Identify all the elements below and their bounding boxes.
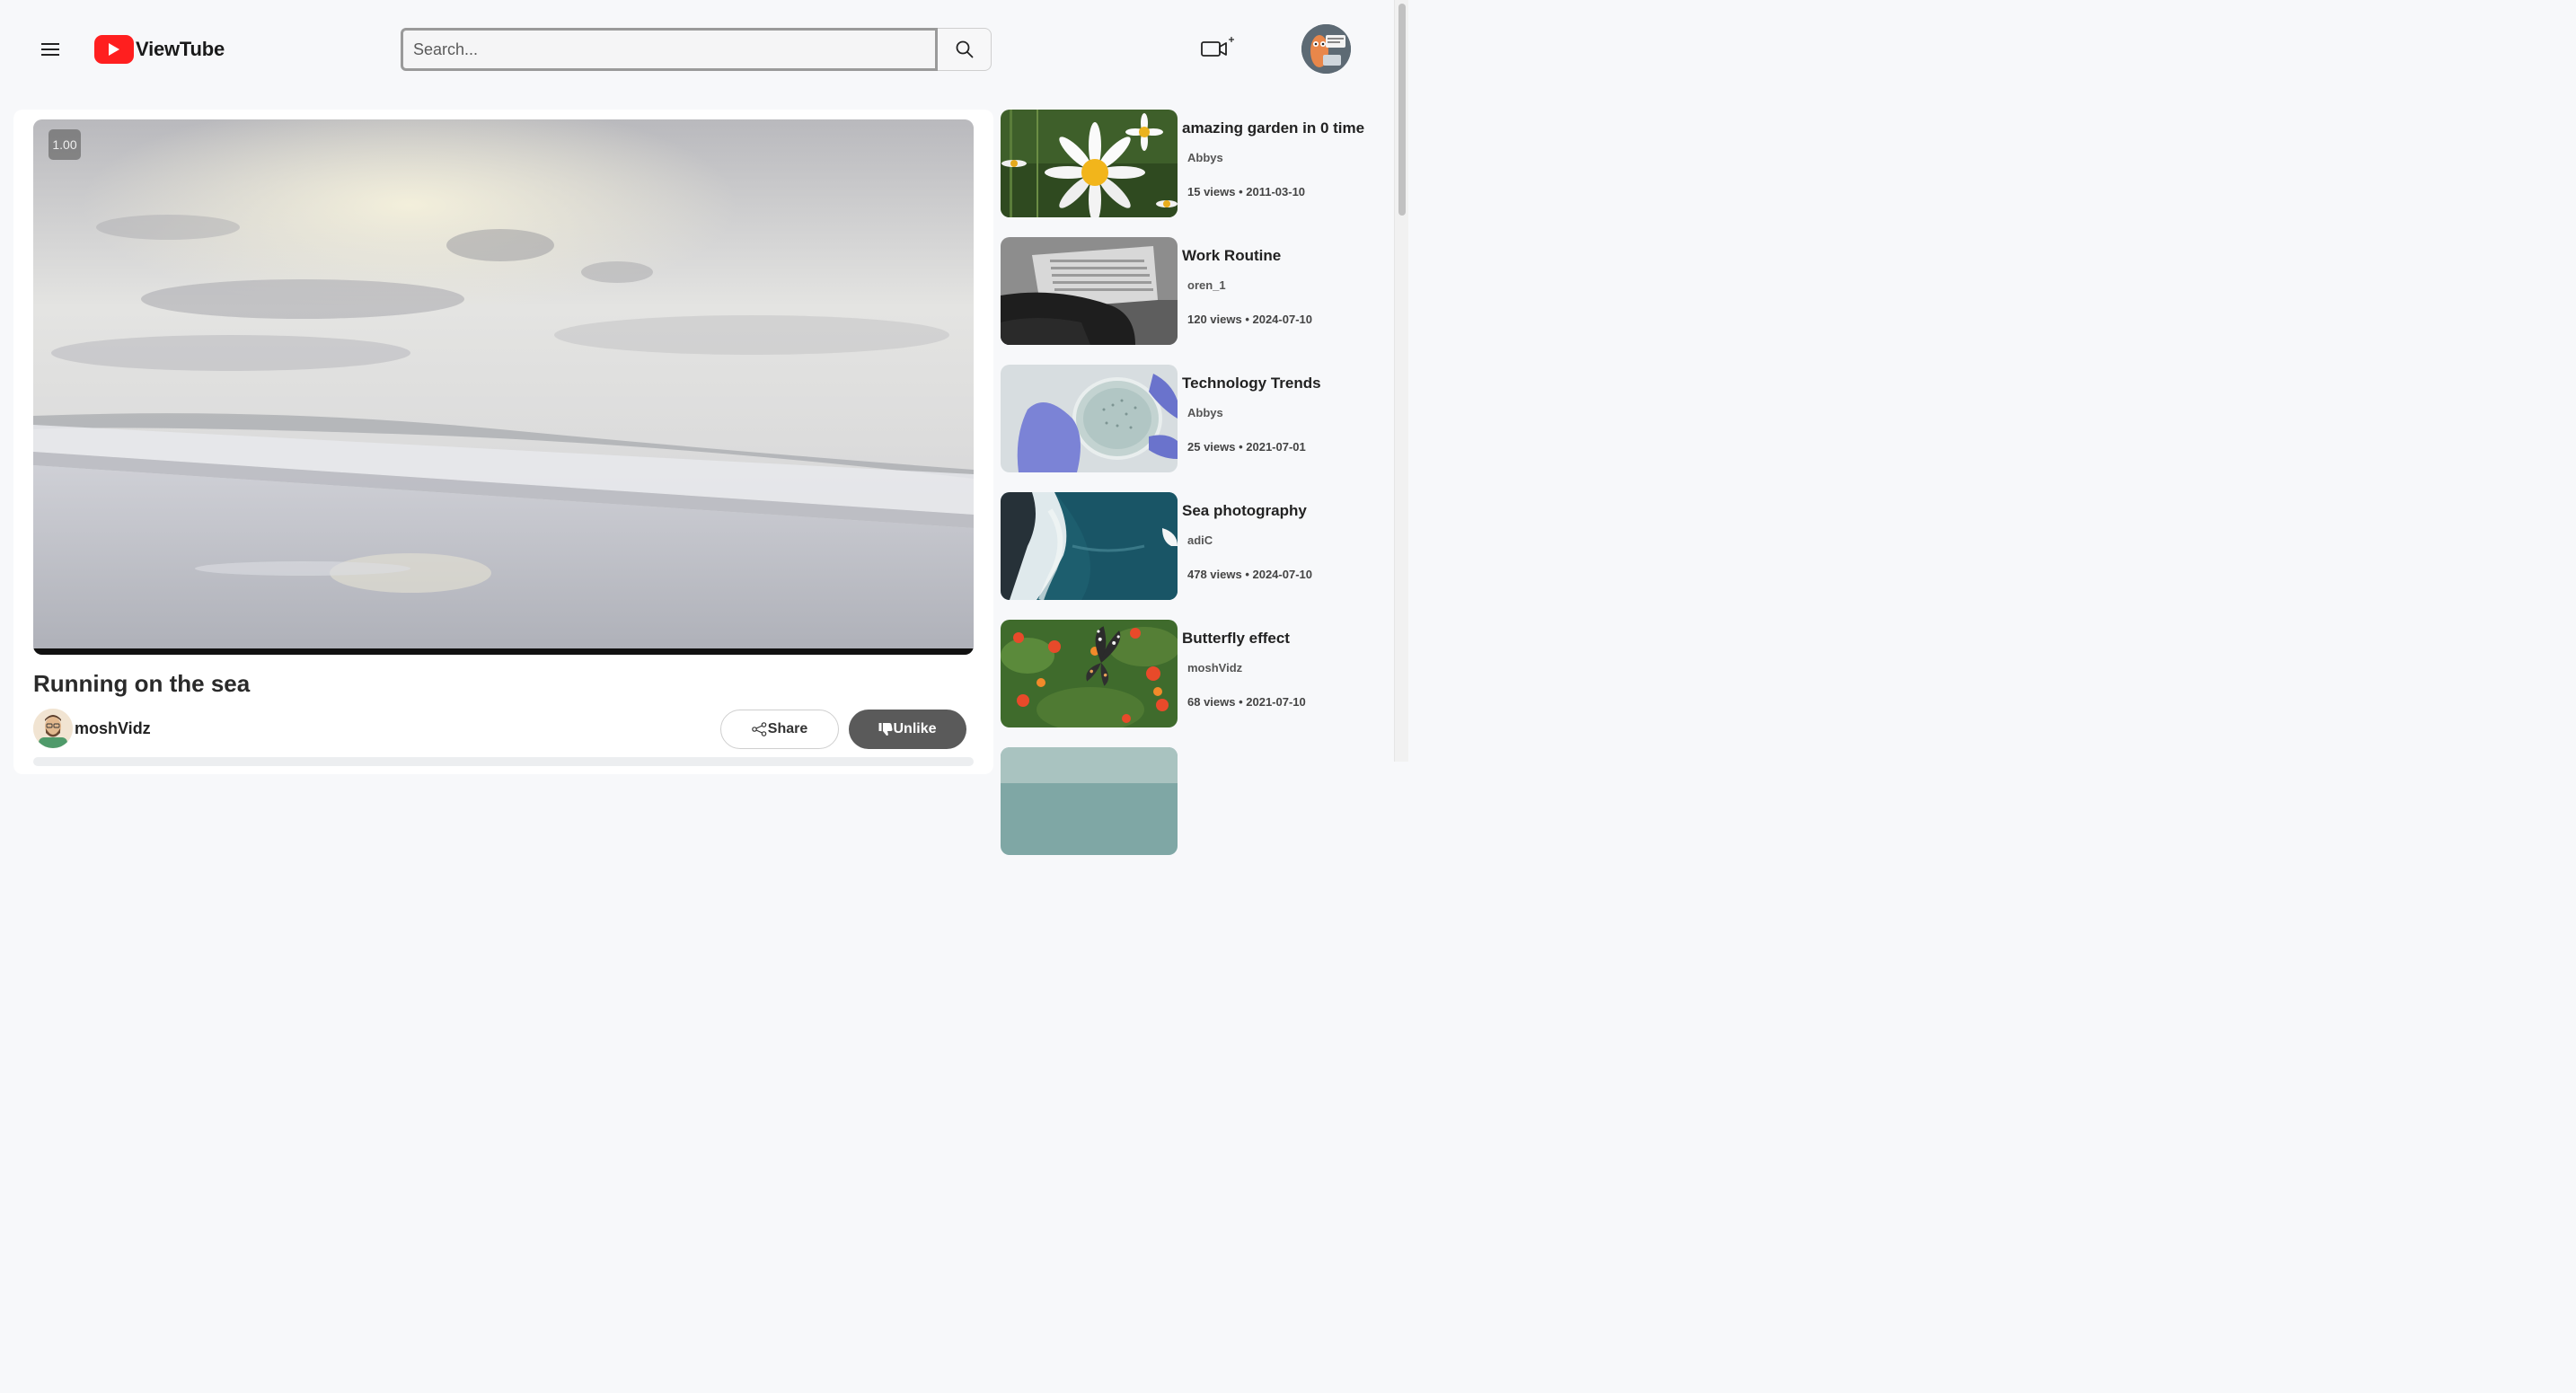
logo-link[interactable]: ViewTube bbox=[94, 34, 225, 65]
video-thumbnail[interactable] bbox=[1001, 365, 1178, 472]
unlike-label: Unlike bbox=[893, 721, 937, 736]
recommended-video-channel: moshVidz bbox=[1187, 661, 1243, 674]
recommended-video-meta: 68 views • 2021-07-10 bbox=[1187, 695, 1306, 709]
video-player[interactable]: 1.00 bbox=[33, 119, 974, 655]
recommended-video-meta: 15 views • 2011-03-10 bbox=[1187, 185, 1306, 198]
scrollbar-thumb[interactable] bbox=[1398, 4, 1406, 216]
recommended-video-title[interactable]: amazing garden in 0 time bbox=[1182, 119, 1364, 137]
upload-video-button[interactable] bbox=[1198, 34, 1238, 63]
video-thumbnail[interactable] bbox=[1001, 492, 1178, 600]
search-input[interactable] bbox=[401, 28, 938, 71]
recommended-video[interactable]: Work Routine oren_1 120 views • 2024-07-… bbox=[1001, 237, 1378, 345]
recommended-video-channel: Abbys bbox=[1187, 406, 1223, 419]
recommended-video-meta: 25 views • 2021-07-01 bbox=[1187, 440, 1306, 454]
video-thumbnail[interactable] bbox=[1001, 620, 1178, 727]
hamburger-icon bbox=[41, 43, 59, 56]
channel-avatar[interactable] bbox=[33, 709, 73, 748]
user-avatar[interactable] bbox=[1301, 24, 1351, 74]
recommended-video-channel: adiC bbox=[1187, 533, 1213, 547]
video-title: Running on the sea bbox=[33, 670, 251, 697]
recommended-video[interactable]: Sea photography adiC 478 views • 2024-07… bbox=[1001, 492, 1378, 600]
menu-button[interactable] bbox=[34, 34, 66, 65]
recommended-video-title[interactable]: Butterfly effect bbox=[1182, 630, 1290, 648]
recommended-video[interactable] bbox=[1001, 747, 1378, 855]
video-description-box bbox=[33, 757, 974, 766]
share-icon bbox=[751, 722, 767, 736]
search-icon bbox=[956, 40, 973, 58]
video-thumbnail[interactable] bbox=[1001, 110, 1178, 217]
recommended-video[interactable]: Technology Trends Abbys 25 views • 2021-… bbox=[1001, 365, 1378, 472]
video-camera-plus-icon bbox=[1201, 37, 1234, 57]
recommended-video-channel: oren_1 bbox=[1187, 278, 1226, 292]
share-button[interactable]: Share bbox=[720, 710, 839, 749]
app-name: ViewTube bbox=[136, 38, 225, 60]
recommended-video-meta: 478 views • 2024-07-10 bbox=[1187, 568, 1312, 581]
playback-speed-badge[interactable]: 1.00 bbox=[49, 129, 81, 160]
channel-name[interactable]: moshVidz bbox=[75, 719, 151, 738]
top-bar: ViewTube bbox=[0, 0, 1394, 99]
video-progress-bar[interactable] bbox=[33, 648, 974, 655]
recommended-video-title[interactable]: Technology Trends bbox=[1182, 375, 1321, 392]
search-button[interactable] bbox=[938, 28, 992, 71]
thumbs-down-icon bbox=[878, 723, 894, 736]
recommended-video-meta: 120 views • 2024-07-10 bbox=[1187, 313, 1312, 326]
search-bar bbox=[401, 28, 992, 71]
recommended-video-title[interactable]: Work Routine bbox=[1182, 247, 1281, 265]
play-icon bbox=[94, 35, 134, 64]
recommended-video[interactable]: Butterfly effect moshVidz 68 views • 202… bbox=[1001, 620, 1378, 727]
recommended-video-channel: Abbys bbox=[1187, 151, 1223, 164]
channel-info[interactable]: moshVidz bbox=[33, 709, 151, 748]
recommended-video-title[interactable]: Sea photography bbox=[1182, 502, 1307, 520]
share-label: Share bbox=[767, 721, 808, 736]
video-thumbnail[interactable] bbox=[1001, 747, 1178, 855]
recommended-video[interactable]: amazing garden in 0 time Abbys 15 views … bbox=[1001, 110, 1378, 217]
page-scrollbar[interactable] bbox=[1394, 0, 1408, 762]
unlike-button[interactable]: Unlike bbox=[849, 710, 966, 749]
video-thumbnail[interactable] bbox=[1001, 237, 1178, 345]
